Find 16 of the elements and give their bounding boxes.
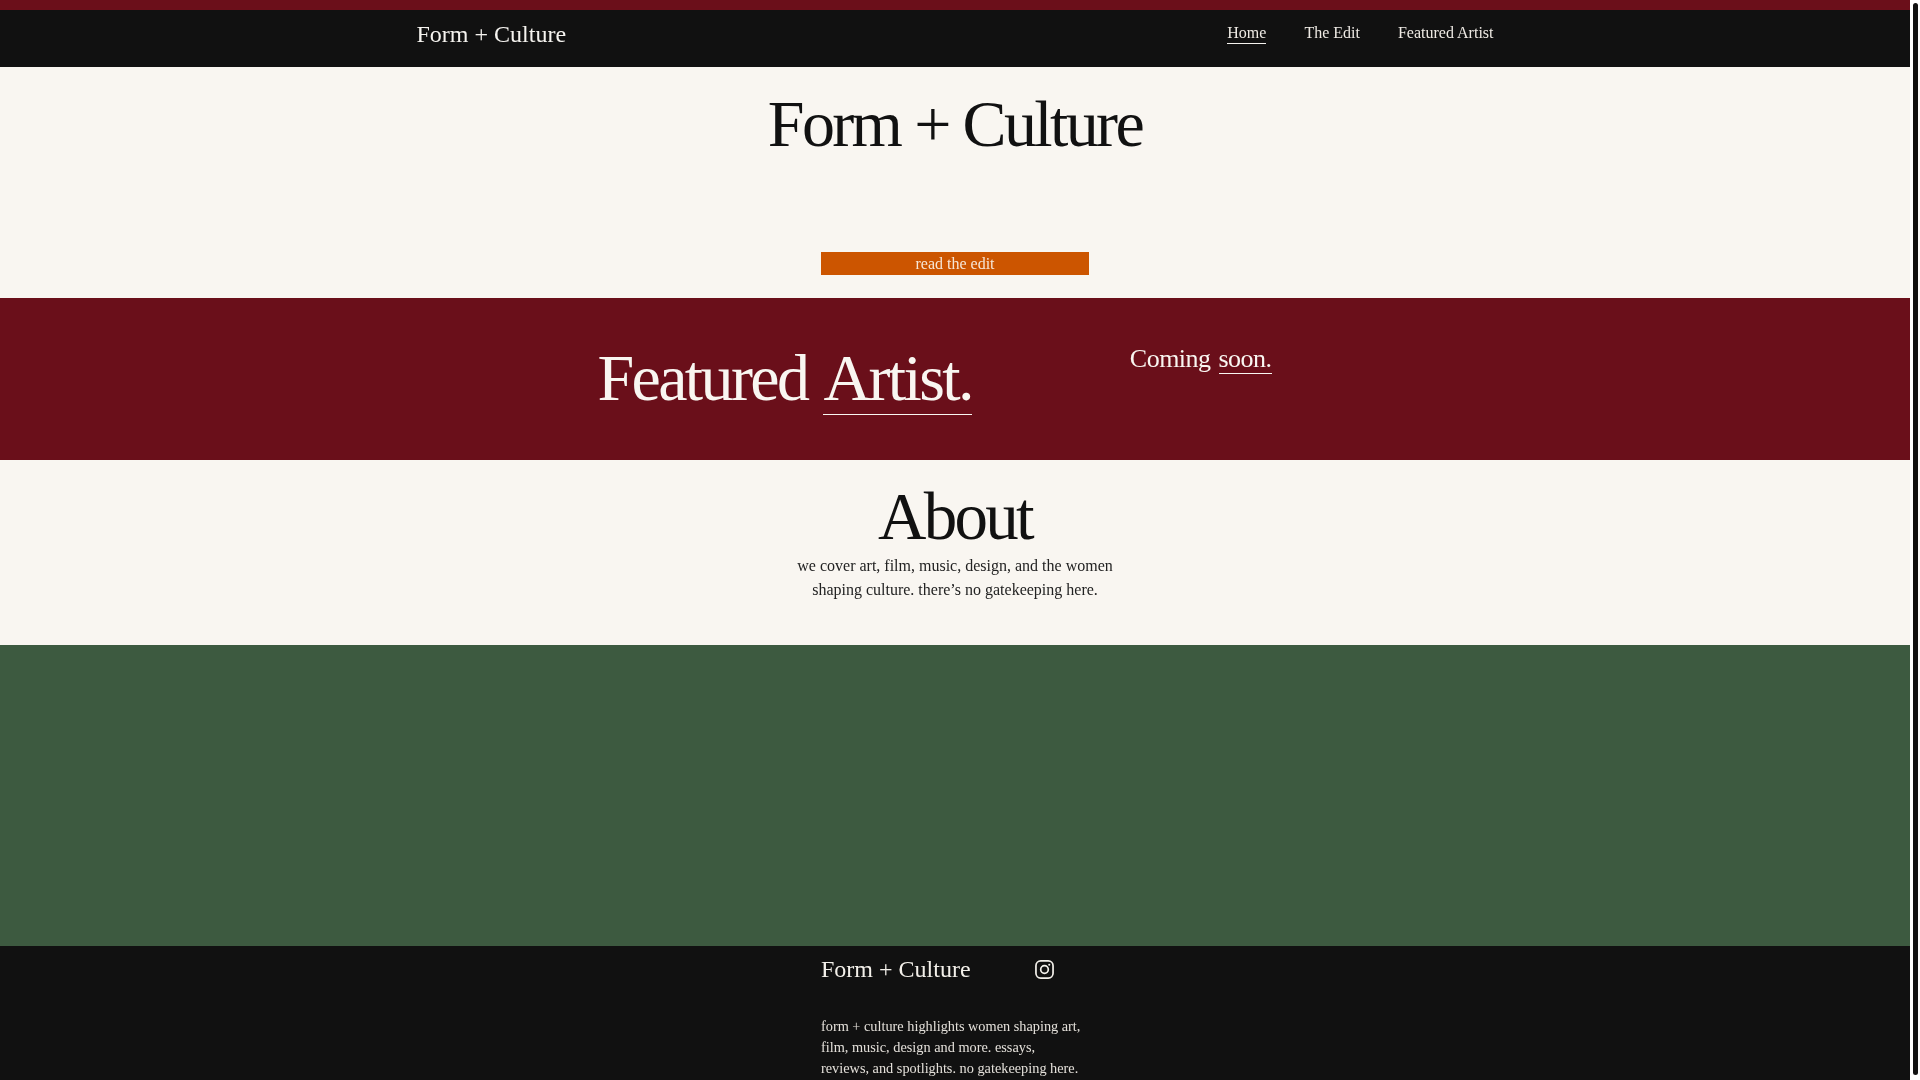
about-text: we cover art, film, music, design, and the women shaping culture. there’s no gatekeeping here.: [796, 556, 1114, 601]
site-logo-link[interactable]: Form + Culture: [416, 20, 567, 48]
footer-brand: Form + Culture: [821, 955, 971, 983]
soon-link[interactable]: soon.: [1218, 344, 1272, 374]
nav-link[interactable]: Home: [1227, 24, 1267, 44]
nav-link[interactable]: Featured Artist: [1397, 24, 1494, 44]
hero-title: Form + Culture: [767, 86, 1143, 162]
featured-heading: Featured Artist.: [597, 340, 972, 416]
coming-soon-text: Coming soon.: [1129, 344, 1272, 374]
footer-description: form + culture highlights women shaping art, film, music, design and more. essays, reviews, and spotlights. no gatekeeping here.: [821, 1017, 1082, 1078]
about-heading: About: [877, 478, 1033, 554]
artist-link[interactable]: Artist.: [823, 341, 972, 415]
scrollbar-thumb[interactable]: [1913, 3, 1918, 1075]
nav-link[interactable]: The Edit: [1304, 24, 1360, 44]
camera-icon[interactable]: [1034, 959, 1054, 979]
cta-button[interactable]: read the edit: [821, 252, 1089, 275]
